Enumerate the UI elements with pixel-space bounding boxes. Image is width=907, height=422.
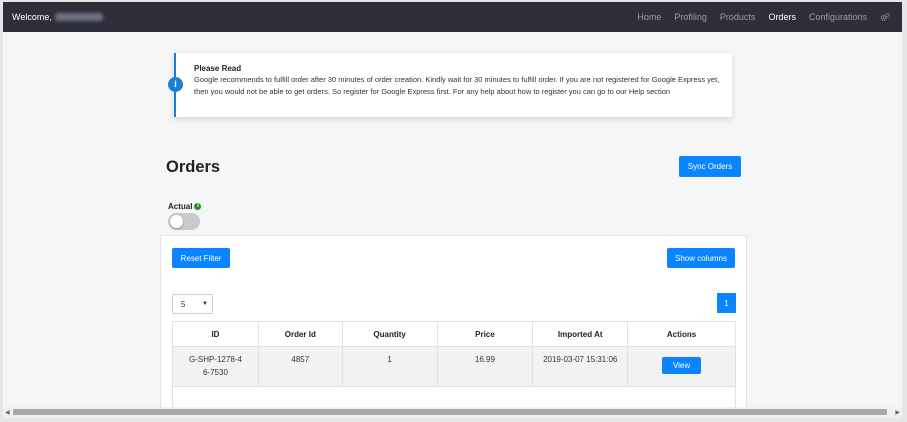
column-header-quantity[interactable]: Quantity <box>341 321 438 347</box>
welcome-text: Welcome, <box>12 12 103 22</box>
page-title: Orders <box>166 158 221 176</box>
column-header-actions: Actions <box>627 321 736 347</box>
cell-id-text: G-SHP-1278-46-7530 <box>188 355 242 377</box>
page-size-select[interactable]: 5 ▼ <box>172 294 213 314</box>
cell-quantity: 1 <box>341 346 438 387</box>
nav-products[interactable]: Products <box>720 12 756 22</box>
nav-orders[interactable]: Orders <box>768 12 796 22</box>
cell-order-id: 4857 <box>257 346 343 387</box>
cell-imported-at: 2019-03-07 15:31:06 <box>532 346 629 387</box>
show-columns-button[interactable]: Show columns <box>667 248 735 268</box>
reset-filter-button[interactable]: Reset Filter <box>172 248 230 268</box>
actual-toggle[interactable] <box>168 213 200 230</box>
pagination-page-1[interactable]: 1 <box>717 293 736 313</box>
nav-home[interactable]: Home <box>637 12 661 22</box>
column-header-price[interactable]: Price <box>436 321 534 347</box>
gears-icon[interactable] <box>880 12 890 22</box>
scroll-left-icon[interactable]: ◀ <box>5 409 10 416</box>
chevron-down-icon: ▼ <box>202 301 208 307</box>
alert-title: Please Read <box>194 64 242 73</box>
info-icon: i <box>168 77 183 92</box>
info-circle-icon: i <box>194 203 202 210</box>
app-window: Welcome, Home Profiling Products Orders … <box>3 2 902 418</box>
welcome-label: Welcome, <box>12 12 52 22</box>
orders-card: Reset Filter Show columns 5 ▼ 1 ID Order… <box>160 235 747 418</box>
column-header-id[interactable]: ID <box>172 321 259 347</box>
sync-orders-button[interactable]: Sync Orders <box>679 156 741 177</box>
info-alert: i Please Read Google recommends to fulfi… <box>168 53 732 117</box>
top-navbar: Welcome, Home Profiling Products Orders … <box>3 2 902 32</box>
alert-body: Google recommends to fulfill order after… <box>194 75 720 97</box>
scroll-right-icon[interactable]: ▶ <box>895 409 900 416</box>
table-header-row: ID Order Id Quantity Price Imported At A… <box>172 321 736 347</box>
nav-links: Home Profiling Products Orders Configura… <box>624 2 890 32</box>
toggle-knob <box>170 215 183 228</box>
column-header-order-id[interactable]: Order Id <box>257 321 343 347</box>
cell-id: G-SHP-1278-46-7530 <box>172 346 259 387</box>
scrollbar-thumb[interactable] <box>13 409 887 415</box>
horizontal-scrollbar[interactable]: ◀ ▶ <box>3 407 902 418</box>
page-size-value: 5 <box>181 300 186 309</box>
cell-actions: View <box>627 346 736 387</box>
view-order-button[interactable]: View <box>662 357 702 374</box>
nav-configurations[interactable]: Configurations <box>809 12 867 22</box>
cell-price: 16.99 <box>436 346 534 387</box>
nav-profiling[interactable]: Profiling <box>674 12 707 22</box>
orders-table: ID Order Id Quantity Price Imported At A… <box>172 321 736 417</box>
actual-label-text: Actual <box>168 202 193 211</box>
column-header-imported-at[interactable]: Imported At <box>532 321 629 347</box>
table-row: G-SHP-1278-46-7530 4857 1 16.99 2019-03-… <box>172 346 736 387</box>
blurred-username <box>54 13 103 21</box>
actual-label: Actual i <box>168 202 202 211</box>
